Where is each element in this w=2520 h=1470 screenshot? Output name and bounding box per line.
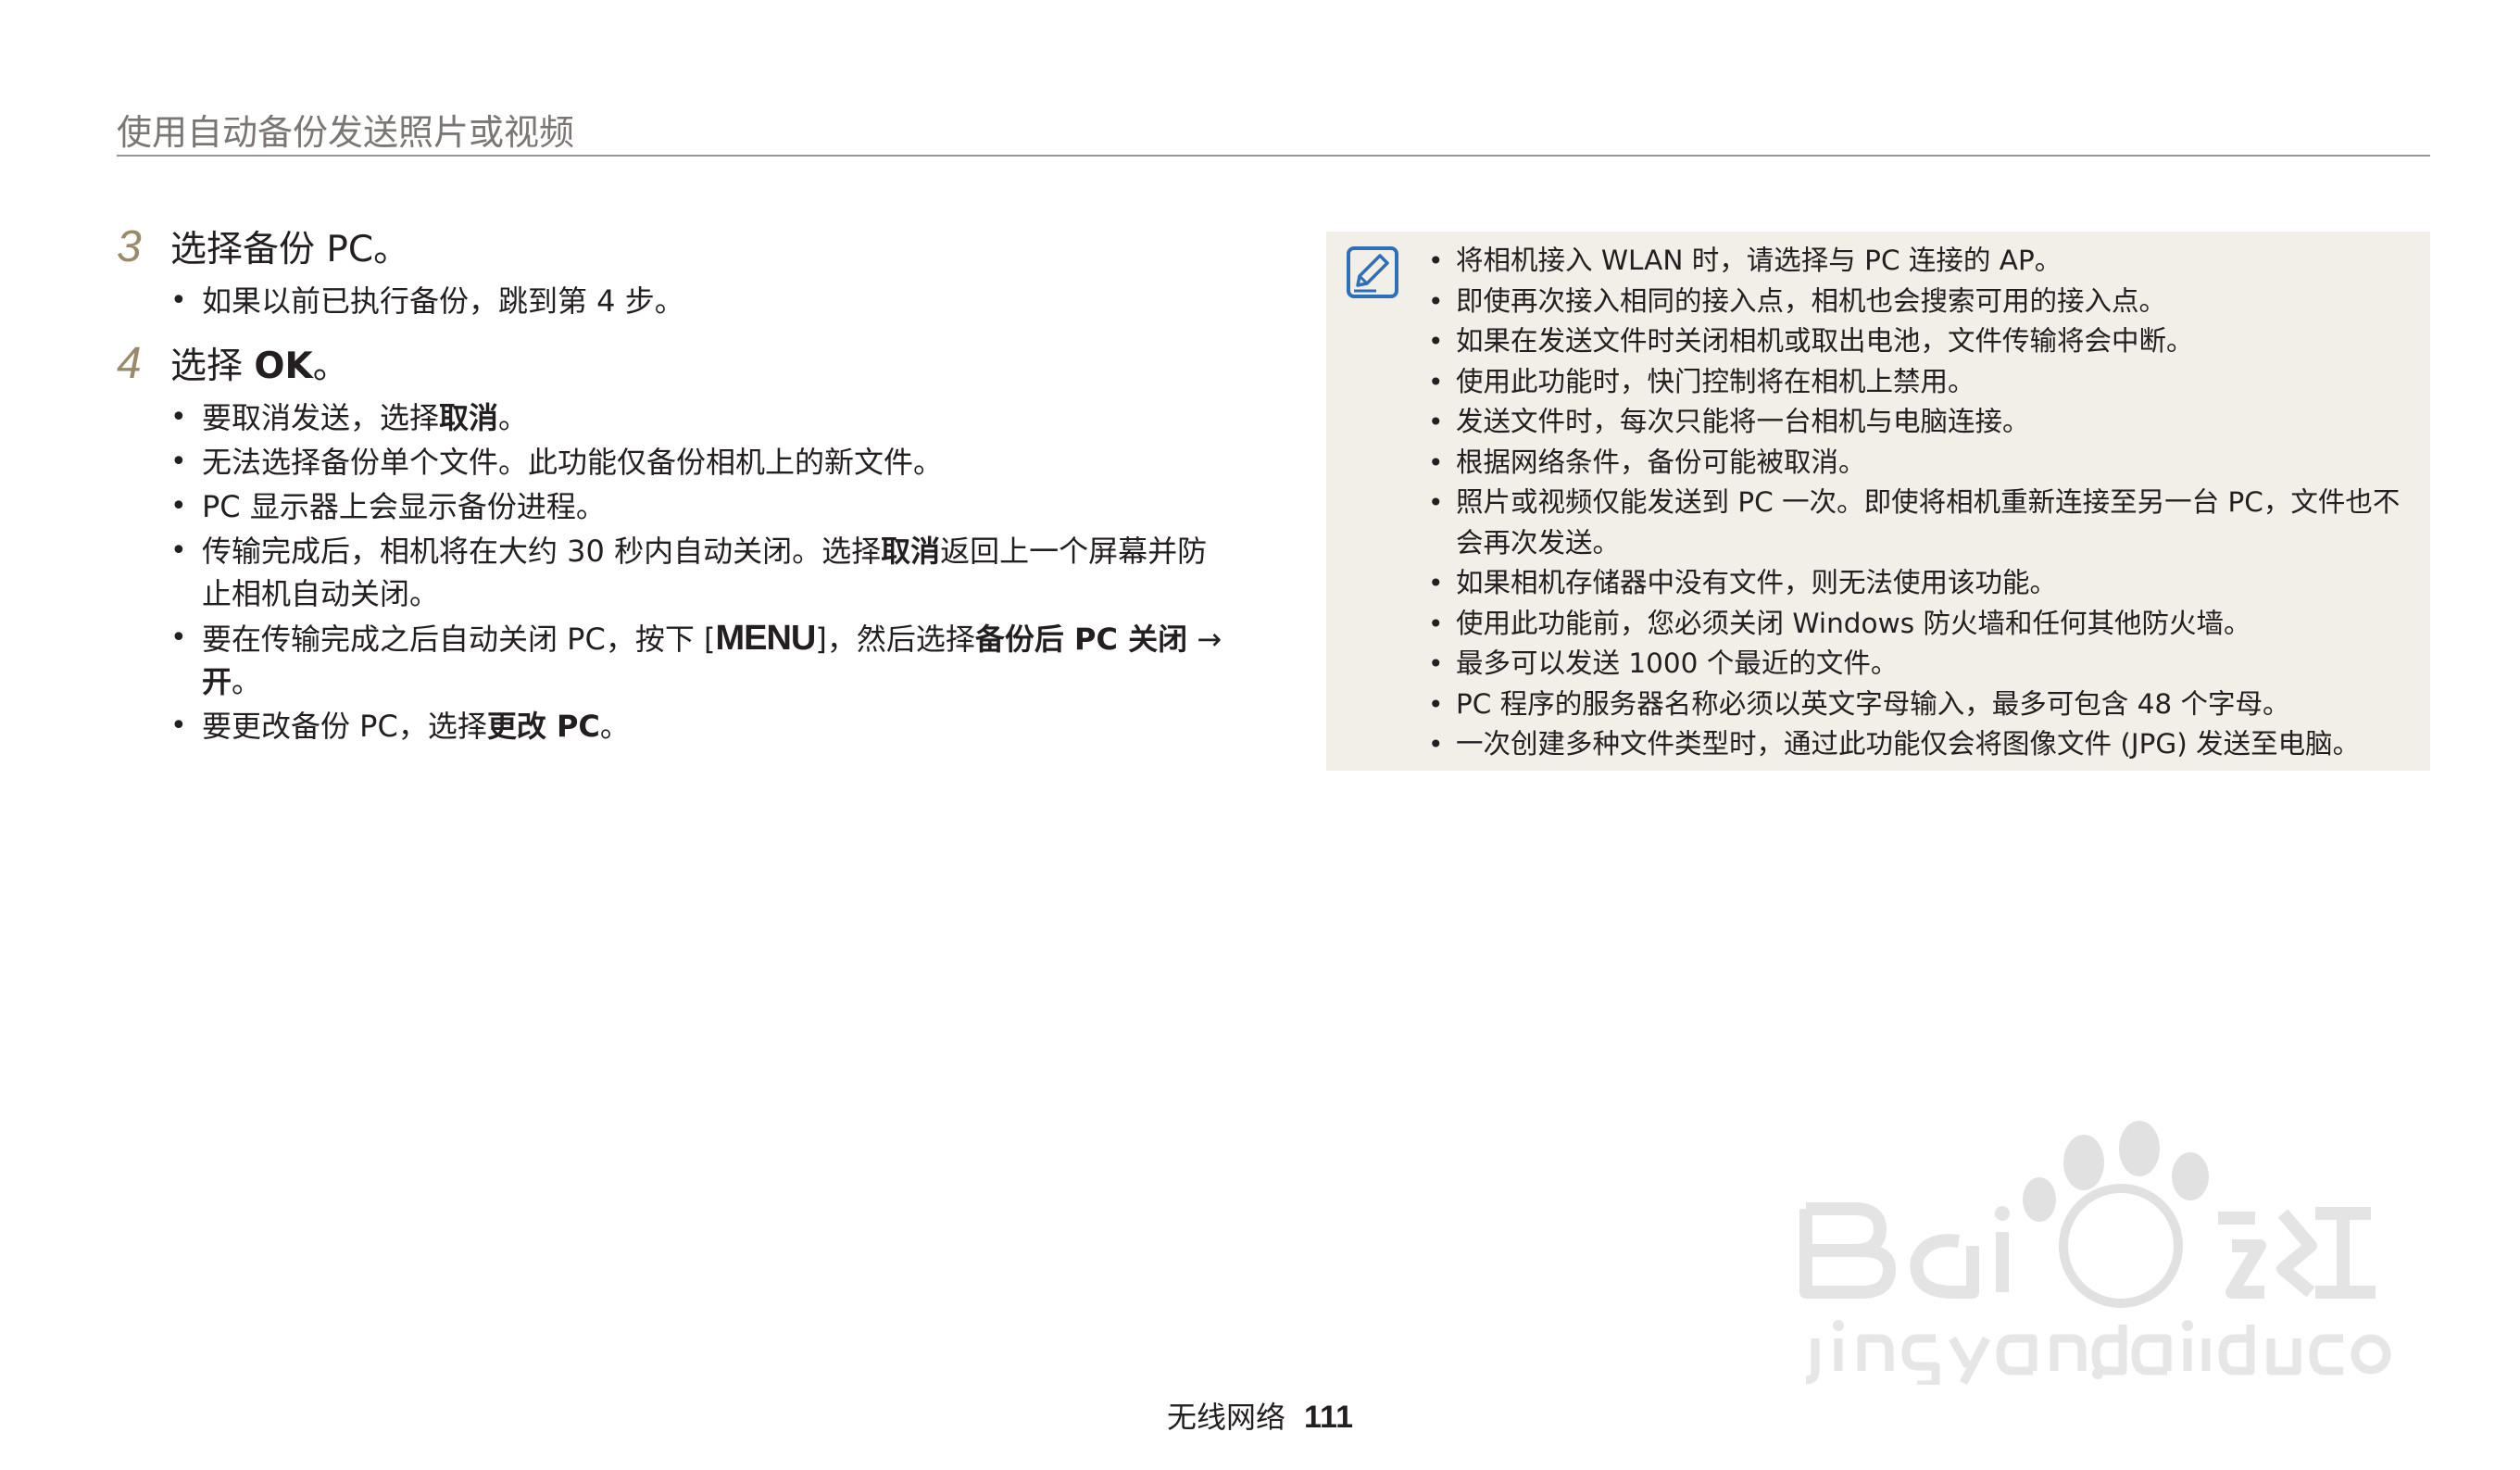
bullet-item: 如果以前已执行备份，跳到第 4 步。: [170, 280, 1228, 322]
header-divider: [117, 155, 2430, 157]
bullet-text: 。: [232, 664, 262, 699]
note-item: 最多可以发送 1000 个最近的文件。: [1428, 644, 2410, 685]
step-text-bold: OK: [254, 346, 313, 387]
bullet-text: 无法选择备份单个文件。此功能仅备份相机上的新文件。: [202, 445, 944, 480]
note-item: 将相机接入 WLAN 时，请选择与 PC 连接的 AP。: [1428, 241, 2410, 282]
bullet-text: ]，然后选择: [815, 622, 975, 657]
note-item: 一次创建多种文件类型时，通过此功能仅会将图像文件 (JPG) 发送至电脑。: [1428, 724, 2410, 765]
menu-key-label: MENU: [715, 619, 816, 658]
bullet-text: 。: [498, 400, 529, 435]
step-text-post: 。: [312, 346, 349, 387]
bullet-item: PC 显示器上会显示备份进程。: [170, 485, 1228, 528]
bullet-text: PC 显示器上会显示备份进程。: [202, 489, 606, 524]
bullet-text: 要更改备份 PC，选择: [202, 709, 487, 744]
note-item: 照片或视频仅能发送到 PC 一次。即使将相机重新连接至另一台 PC，文件也不会再…: [1428, 483, 2410, 563]
step-text-pre: 选择: [170, 346, 255, 387]
step-3-bullets: 如果以前已执行备份，跳到第 4 步。: [117, 280, 1228, 322]
step-number: 4: [117, 339, 142, 388]
note-item: 使用此功能前，您必须关闭 Windows 防火墙和任何其他防火墙。: [1428, 604, 2410, 645]
step-text: 选择 OK。: [170, 337, 349, 389]
bullet-text: 要在传输完成之后自动关闭 PC，按下 [: [202, 622, 716, 657]
bold-term: 更改 PC: [486, 709, 600, 744]
note-item: 使用此功能时，快门控制将在相机上禁用。: [1428, 362, 2410, 403]
bullet-item: 要更改备份 PC，选择更改 PC。: [170, 705, 1228, 748]
bullet-text: →: [1187, 622, 1222, 657]
footer-section-name: 无线网络: [1167, 1400, 1286, 1435]
page-header-title: 使用自动备份发送照片或视频: [117, 112, 575, 153]
bullet-item: 传输完成后，相机将在大约 30 秒内自动关闭。选择取消返回上一个屏幕并防止相机自…: [170, 530, 1228, 615]
step-number: 3: [117, 222, 142, 271]
note-box: 将相机接入 WLAN 时，请选择与 PC 连接的 AP。即使再次接入相同的接入点…: [1326, 232, 2430, 771]
step-text: 选择备份 PC。: [170, 229, 410, 270]
bullet-text: 如果以前已执行备份，跳到第 4 步。: [202, 283, 684, 319]
step-3: 3 选择备份 PC。: [117, 220, 1228, 272]
note-item: 发送文件时，每次只能将一台相机与电脑连接。: [1428, 402, 2410, 443]
page-footer: 无线网络 111: [0, 1394, 2520, 1437]
note-item: 根据网络条件，备份可能被取消。: [1428, 443, 2410, 484]
bold-term: 取消: [881, 534, 941, 569]
note-item: 如果在发送文件时关闭相机或取出电池，文件传输将会中断。: [1428, 321, 2410, 362]
step-4: 4 选择 OK。: [117, 337, 1228, 389]
bold-term: 备份后 PC 关闭: [974, 622, 1188, 657]
note-item: 如果相机存储器中没有文件，则无法使用该功能。: [1428, 563, 2410, 604]
bullet-text: 传输完成后，相机将在大约 30 秒内自动关闭。选择: [202, 534, 882, 569]
bullet-text: 要取消发送，选择: [202, 400, 440, 435]
step-4-bullets: 要取消发送，选择取消。无法选择备份单个文件。此功能仅备份相机上的新文件。PC 显…: [117, 396, 1228, 748]
note-item: 即使再次接入相同的接入点，相机也会搜索可用的接入点。: [1428, 282, 2410, 322]
note-pencil-icon: [1345, 245, 1400, 300]
steps-column: 3 选择备份 PC。 如果以前已执行备份，跳到第 4 步。 4 选择 OK。 要…: [117, 220, 1228, 762]
bold-term: 开: [202, 664, 232, 699]
note-item: PC 程序的服务器名称必须以英文字母输入，最多可包含 48 个字母。: [1428, 685, 2410, 725]
bullet-item: 要在传输完成之后自动关闭 PC，按下 [MENU]，然后选择备份后 PC 关闭 …: [170, 617, 1228, 703]
bullet-item: 无法选择备份单个文件。此功能仅备份相机上的新文件。: [170, 441, 1228, 484]
baidu-jingyan-watermark: [1797, 1107, 2408, 1389]
note-list: 将相机接入 WLAN 时，请选择与 PC 连接的 AP。即使再次接入相同的接入点…: [1428, 241, 2410, 765]
bullet-item: 要取消发送，选择取消。: [170, 396, 1228, 439]
bullet-text: 。: [599, 709, 630, 744]
bold-term: 取消: [439, 400, 499, 435]
page-number: 111: [1304, 1400, 1353, 1435]
